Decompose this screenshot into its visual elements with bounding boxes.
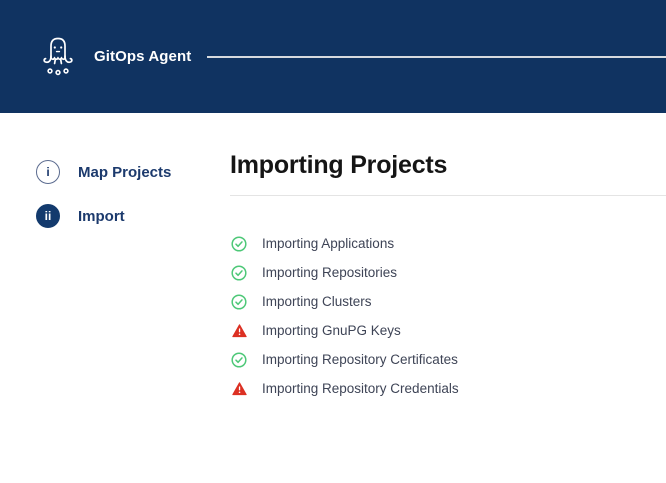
step-label: Map Projects [78,164,171,181]
app-header: GitOps Agent [0,0,666,113]
task-label: Importing GnuPG Keys [262,323,401,338]
step-number-icon: i [36,160,60,184]
task-label: Importing Repositories [262,265,397,280]
task-row: Importing Applications [230,229,666,258]
task-label: Importing Repository Credentials [262,381,459,396]
warning-triangle-icon [232,382,247,396]
task-label: Importing Repository Certificates [262,352,458,367]
task-label: Importing Applications [262,236,394,251]
step-import[interactable]: ii Import [36,204,216,228]
task-row: Importing Repository Credentials [230,374,666,403]
task-row: Importing GnuPG Keys [230,316,666,345]
argo-octopus-icon [40,35,76,77]
wizard-stepper: i Map Projects ii Import [36,160,216,248]
task-row: Importing Repository Certificates [230,345,666,374]
brand-title: GitOps Agent [94,48,191,65]
title-divider [230,195,666,196]
warning-triangle-icon [232,324,247,338]
check-circle-icon [231,236,247,252]
step-map-projects[interactable]: i Map Projects [36,160,216,184]
main-panel: Importing Projects Importing Application… [230,150,666,403]
page-title: Importing Projects [230,150,666,180]
check-circle-icon [231,265,247,281]
screen: GitOps Agent i Map Projects ii Import Im… [0,0,666,483]
task-row: Importing Repositories [230,258,666,287]
check-circle-icon [231,352,247,368]
step-label: Import [78,208,125,225]
task-label: Importing Clusters [262,294,372,309]
import-task-list: Importing Applications Importing Reposit… [230,229,666,403]
step-number-icon: ii [36,204,60,228]
task-row: Importing Clusters [230,287,666,316]
header-rule [207,56,666,58]
check-circle-icon [231,294,247,310]
